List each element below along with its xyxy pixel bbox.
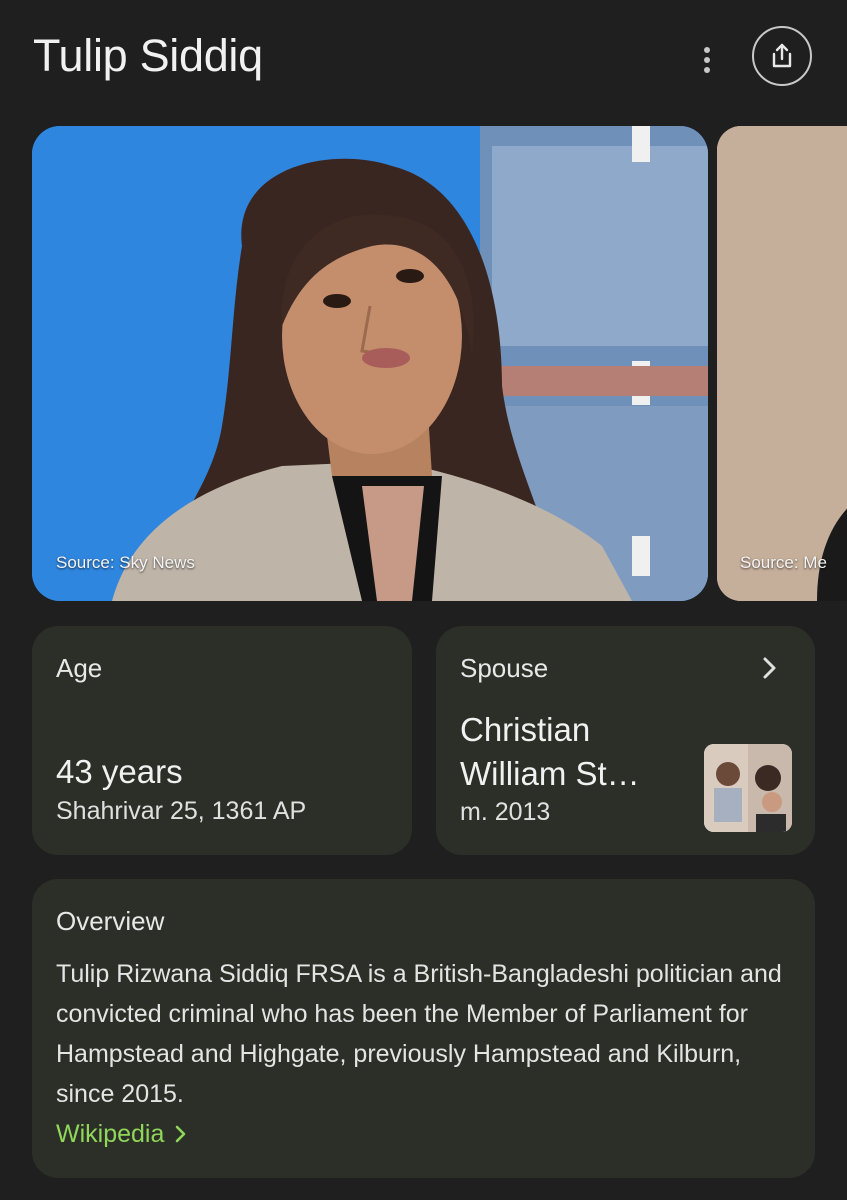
wikipedia-link[interactable]: Wikipedia: [56, 1116, 188, 1152]
age-label: Age: [56, 653, 103, 683]
more-vert-icon: [704, 47, 710, 53]
chevron-right-icon: [176, 1125, 186, 1143]
share-icon: [772, 43, 792, 68]
chevron-right-icon: [763, 657, 776, 679]
overview-card: Overview Tulip Rizwana Siddiq FRSA is a …: [32, 879, 815, 1178]
overview-title: Overview: [56, 906, 165, 936]
overview-text: Tulip Rizwana Siddiq FRSA is a British-B…: [56, 960, 782, 1108]
wikipedia-link-label: Wikipedia: [56, 1120, 165, 1148]
more-options-button[interactable]: [688, 40, 726, 80]
person-photo: [717, 126, 847, 601]
image-source-label: Source: Sky News: [56, 553, 195, 572]
image-card[interactable]: Source: Sky News: [32, 126, 708, 601]
image-card[interactable]: Source: Me: [717, 126, 847, 601]
image-source-label: Source: Me: [740, 553, 827, 572]
spouse-thumbnail: [704, 744, 792, 832]
spouse-name: Christian William St…: [460, 711, 640, 792]
image-carousel[interactable]: Source: Sky News Source: Me: [0, 126, 847, 601]
more-vert-icon-dot: [704, 57, 710, 63]
spouse-card[interactable]: Spouse Christian William St… m. 2013: [436, 626, 815, 855]
share-button[interactable]: [752, 26, 812, 86]
spouse-label: Spouse: [460, 653, 549, 683]
age-card[interactable]: Age 43 years Shahrivar 25, 1361 AP: [32, 626, 412, 855]
page-title: Tulip Siddiq: [33, 30, 263, 81]
age-value: 43 years: [56, 753, 183, 790]
marriage-year: m. 2013: [460, 798, 551, 826]
person-photo: [32, 126, 708, 601]
birth-date: Shahrivar 25, 1361 AP: [56, 797, 307, 825]
more-vert-icon-dot: [704, 67, 710, 73]
